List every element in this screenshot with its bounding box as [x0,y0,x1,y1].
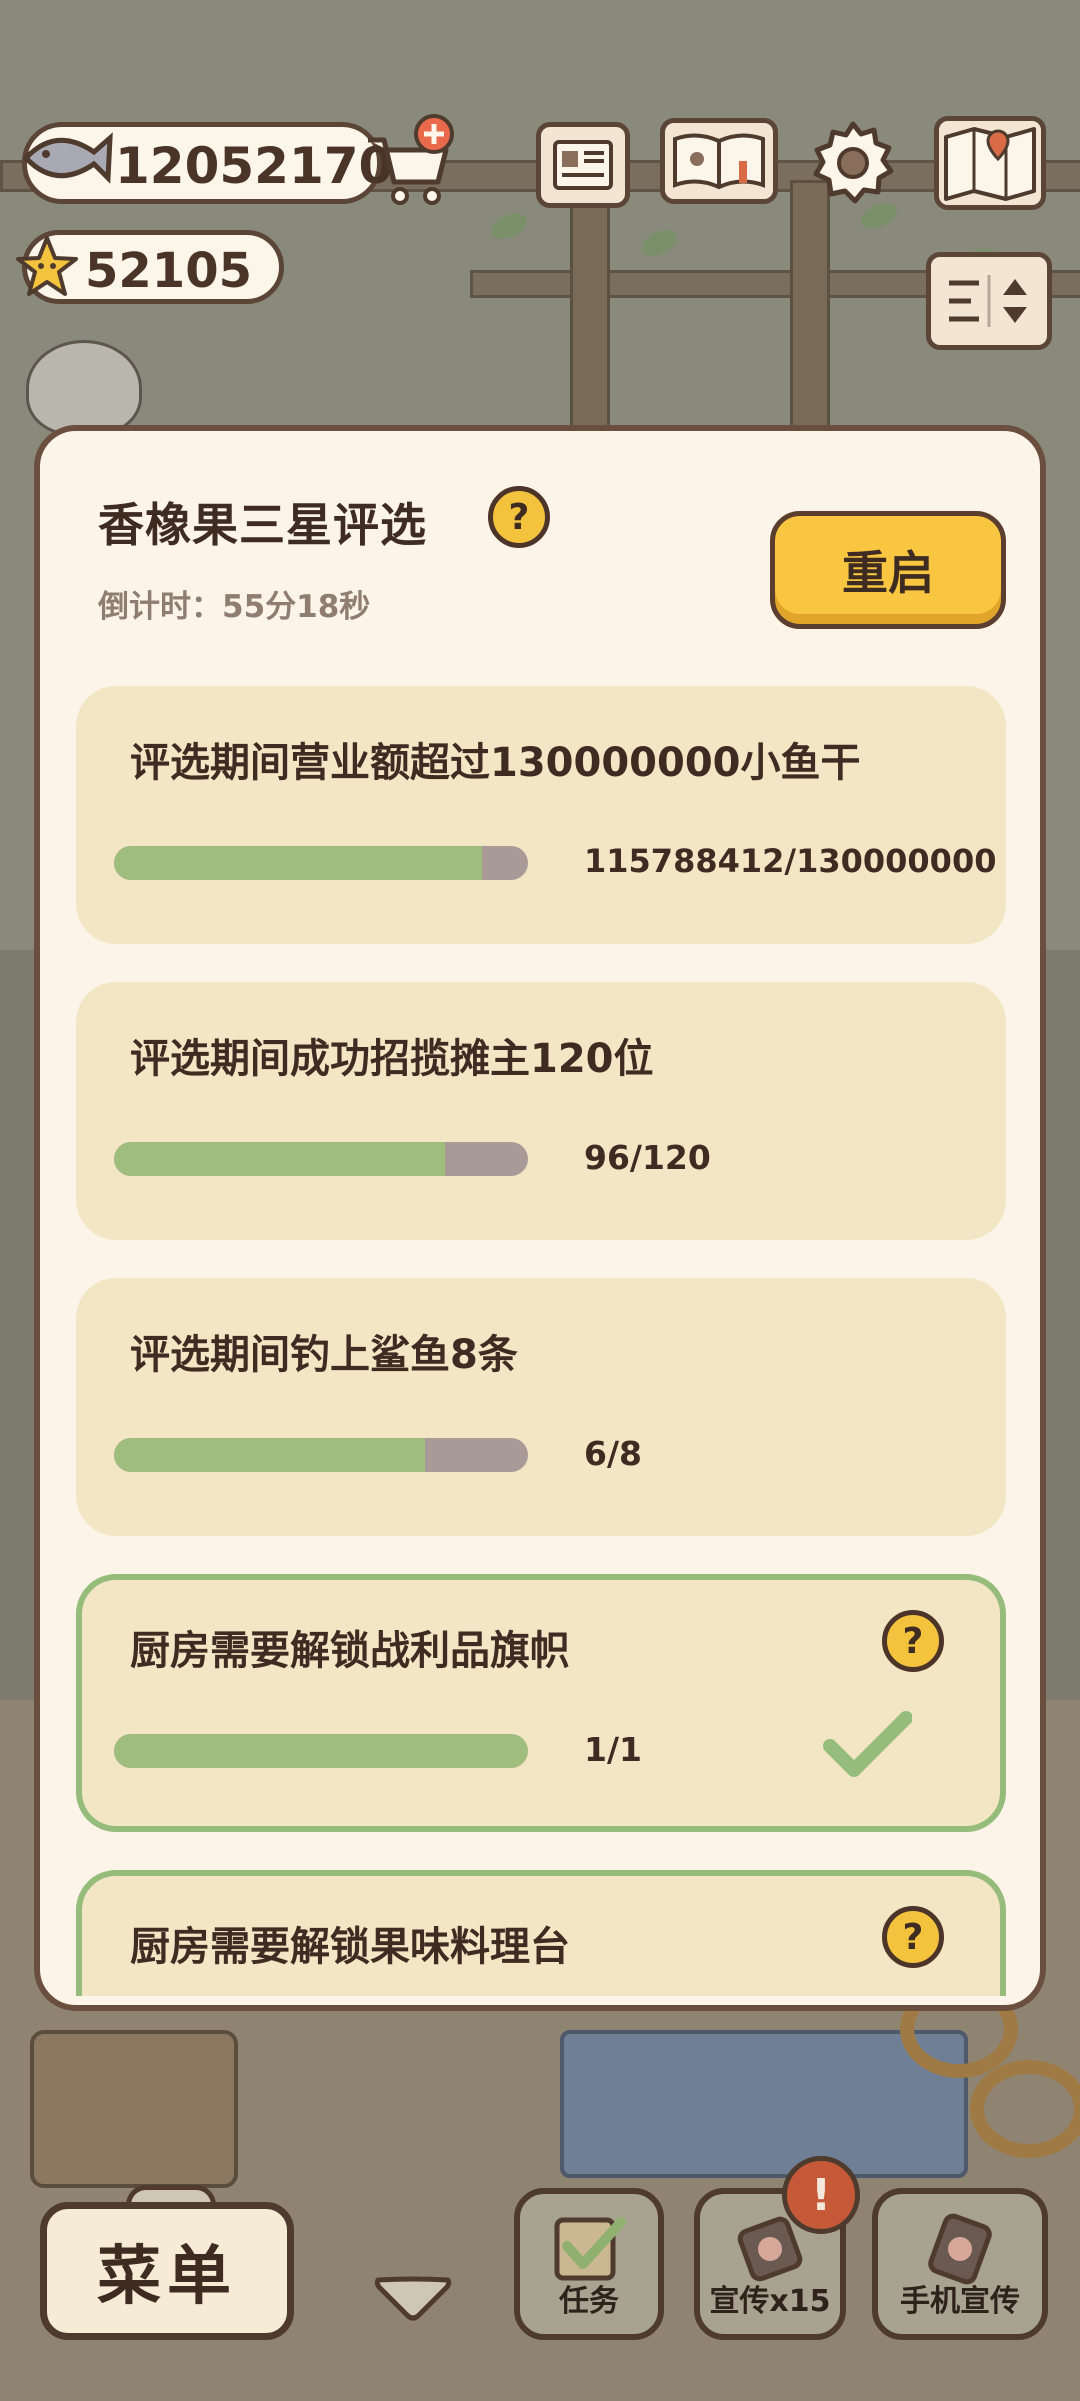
task-title: 评选期间营业额超过130000000小鱼干 [130,740,861,786]
countdown-text: 倒计时：55分18秒 [98,589,371,625]
scene-cat [26,340,142,436]
help-icon[interactable]: ? [882,1610,944,1672]
task-title: 评选期间成功招揽摊主120位 [130,1036,654,1082]
chevron-down-icon [374,2276,452,2321]
task-list[interactable]: 评选期间营业额超过130000000小鱼干 115788412/13000000… [76,686,1016,1996]
star-icon [14,234,80,304]
cart-add-icon[interactable] [360,112,460,216]
scene-post [790,180,830,446]
settings-button[interactable] [806,120,900,206]
task-progress-text: 6/8 [584,1434,642,1473]
promote-label: 宣传x15 [709,2284,831,2319]
book-button[interactable] [660,118,778,204]
task-card-completed: 厨房需要解锁战利品旗帜 ? 1/1 [76,1574,1006,1832]
sort-toggle-button[interactable] [926,252,1052,350]
scene-table [30,2030,238,2188]
restart-button[interactable]: 重启 [770,511,1006,629]
phone-promote-button[interactable]: 手机宣传 [872,2188,1048,2340]
task-title: 评选期间钓上鲨鱼8条 [130,1332,518,1378]
fish-icon [16,118,116,202]
task-card: 评选期间钓上鲨鱼8条 6/8 [76,1278,1006,1536]
task-progress-bar [114,1438,528,1472]
task-progress-fill [114,1734,528,1768]
newspaper-icon [552,139,614,191]
task-progress-bar [114,1142,528,1176]
alert-badge: ! [782,2156,860,2234]
task-progress-fill [114,1438,425,1472]
task-progress-fill [114,1142,446,1176]
checkmark-icon [822,1710,913,1784]
collapse-chevron-button[interactable] [370,2272,456,2328]
newspaper-button[interactable] [536,122,630,208]
task-card: 评选期间营业额超过130000000小鱼干 115788412/13000000… [76,686,1006,944]
dialog-title: 香橡果三星评选 [98,498,427,552]
fish-count: 12052170 [115,137,394,195]
help-icon[interactable]: ? [882,1906,944,1968]
settings-gear-icon [808,118,898,208]
tasks-label: 任务 [559,2284,619,2319]
task-progress-bar [114,846,528,880]
map-icon [942,125,1038,201]
scene-post [570,180,610,446]
task-title: 厨房需要解锁战利品旗帜 [130,1628,570,1674]
task-card: 评选期间成功招揽摊主120位 96/120 [76,982,1006,1240]
scene-pretzel [970,2060,1080,2158]
book-icon [671,131,767,191]
rating-event-dialog: 香橡果三星评选 ? 倒计时：55分18秒 重启 评选期间营业额超过1300000… [34,425,1046,2011]
sort-toggle-icon [941,269,1037,333]
task-title: 厨房需要解锁果味料理台 [130,1924,570,1970]
menu-button[interactable]: 菜单 [40,2202,294,2340]
task-progress-text: 96/120 [584,1138,711,1177]
help-icon[interactable]: ? [488,486,550,548]
phone-promote-label: 手机宣传 [900,2284,1020,2319]
task-progress-text: 1/1 [584,1730,642,1769]
tasks-button[interactable]: 任务 [514,2188,664,2340]
task-progress-bar [114,1734,528,1768]
task-card-completed: 厨房需要解锁果味料理台 ? [76,1870,1006,1996]
task-progress-fill [114,846,483,880]
task-progress-text: 115788412/130000000 [584,842,997,880]
star-count: 52105 [85,243,252,299]
map-button[interactable] [934,116,1046,210]
